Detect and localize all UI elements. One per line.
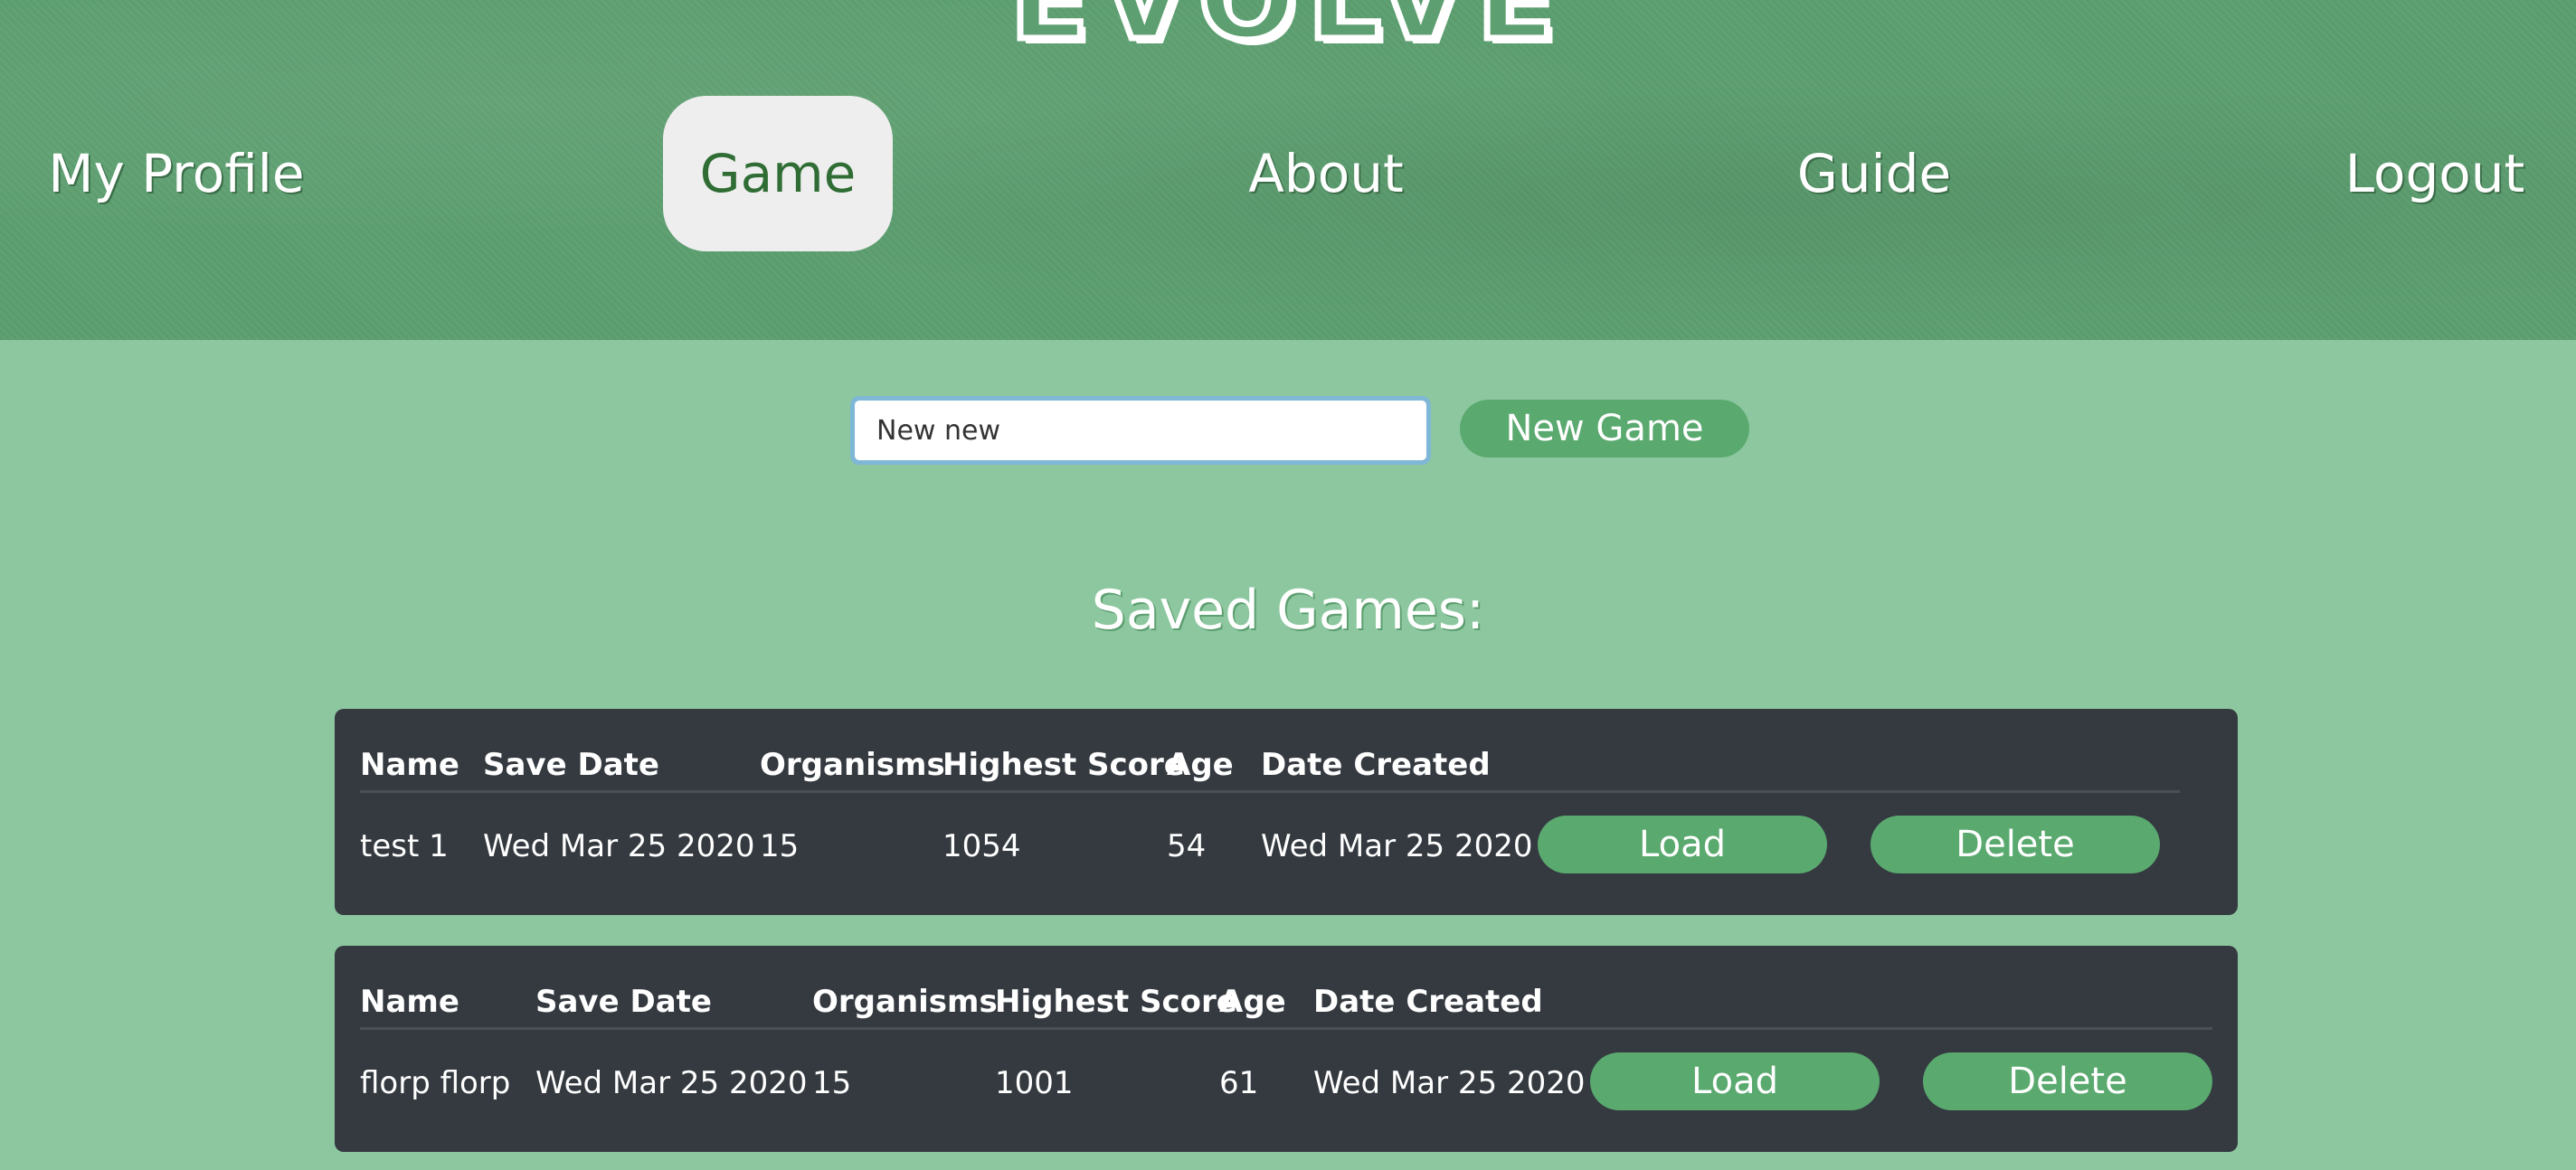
column-header-name: Name: [360, 747, 459, 783]
table-row: test 1 Wed Mar 25 2020 15 1054 54 Wed Ma…: [360, 796, 2212, 904]
game-date-created: Wed Mar 25 2020: [1313, 1065, 1586, 1101]
game-organisms: 15: [812, 1065, 852, 1101]
game-date-created: Wed Mar 25 2020: [1261, 828, 1533, 864]
game-save-date: Wed Mar 25 2020: [535, 1065, 808, 1101]
nav-game[interactable]: Game: [663, 96, 893, 251]
load-button[interactable]: Load: [1538, 816, 1827, 873]
table-header-row: Name Save Date Organisms Highest Score A…: [360, 971, 2212, 1030]
column-header-age: Age: [1167, 747, 1234, 783]
new-game-name-input[interactable]: [850, 396, 1431, 465]
column-header-highest-score: Highest Score: [942, 747, 1185, 783]
column-header-name: Name: [360, 984, 459, 1020]
logo: EVOLVE: [980, 0, 1596, 69]
delete-button[interactable]: Delete: [1870, 816, 2160, 873]
game-highest-score: 1001: [995, 1065, 1074, 1101]
column-header-date-created: Date Created: [1261, 747, 1491, 783]
nav-guide[interactable]: Guide: [1789, 96, 1959, 251]
game-age: 54: [1167, 828, 1207, 864]
table-row: florp florp Wed Mar 25 2020 15 1001 61 W…: [360, 1033, 2212, 1141]
load-button[interactable]: Load: [1590, 1052, 1880, 1110]
saved-games-title: Saved Games:: [1091, 579, 1485, 642]
game-name: test 1: [360, 828, 449, 864]
column-header-save-date: Save Date: [535, 984, 712, 1020]
nav-logout[interactable]: Logout: [2334, 96, 2536, 251]
column-header-organisms: Organisms: [812, 984, 998, 1020]
column-header-date-created: Date Created: [1313, 984, 1543, 1020]
column-header-save-date: Save Date: [483, 747, 659, 783]
delete-button[interactable]: Delete: [1923, 1052, 2212, 1110]
game-organisms: 15: [760, 828, 800, 864]
saved-game-card: Name Save Date Organisms Highest Score A…: [335, 946, 2238, 1152]
column-header-highest-score: Highest Score: [995, 984, 1237, 1020]
game-name: florp florp: [360, 1065, 511, 1101]
game-highest-score: 1054: [942, 828, 1021, 864]
new-game-button[interactable]: New Game: [1460, 400, 1749, 458]
column-header-organisms: Organisms: [760, 747, 945, 783]
header: EVOLVE My Profile Game About Guide Logou…: [0, 0, 2576, 340]
table-header-row: Name Save Date Organisms Highest Score A…: [360, 734, 2180, 793]
game-age: 61: [1219, 1065, 1259, 1101]
column-header-age: Age: [1219, 984, 1286, 1020]
saved-game-card: Name Save Date Organisms Highest Score A…: [335, 709, 2238, 915]
game-save-date: Wed Mar 25 2020: [483, 828, 755, 864]
nav-about[interactable]: About: [1237, 96, 1415, 251]
nav-my-profile[interactable]: My Profile: [36, 96, 317, 251]
